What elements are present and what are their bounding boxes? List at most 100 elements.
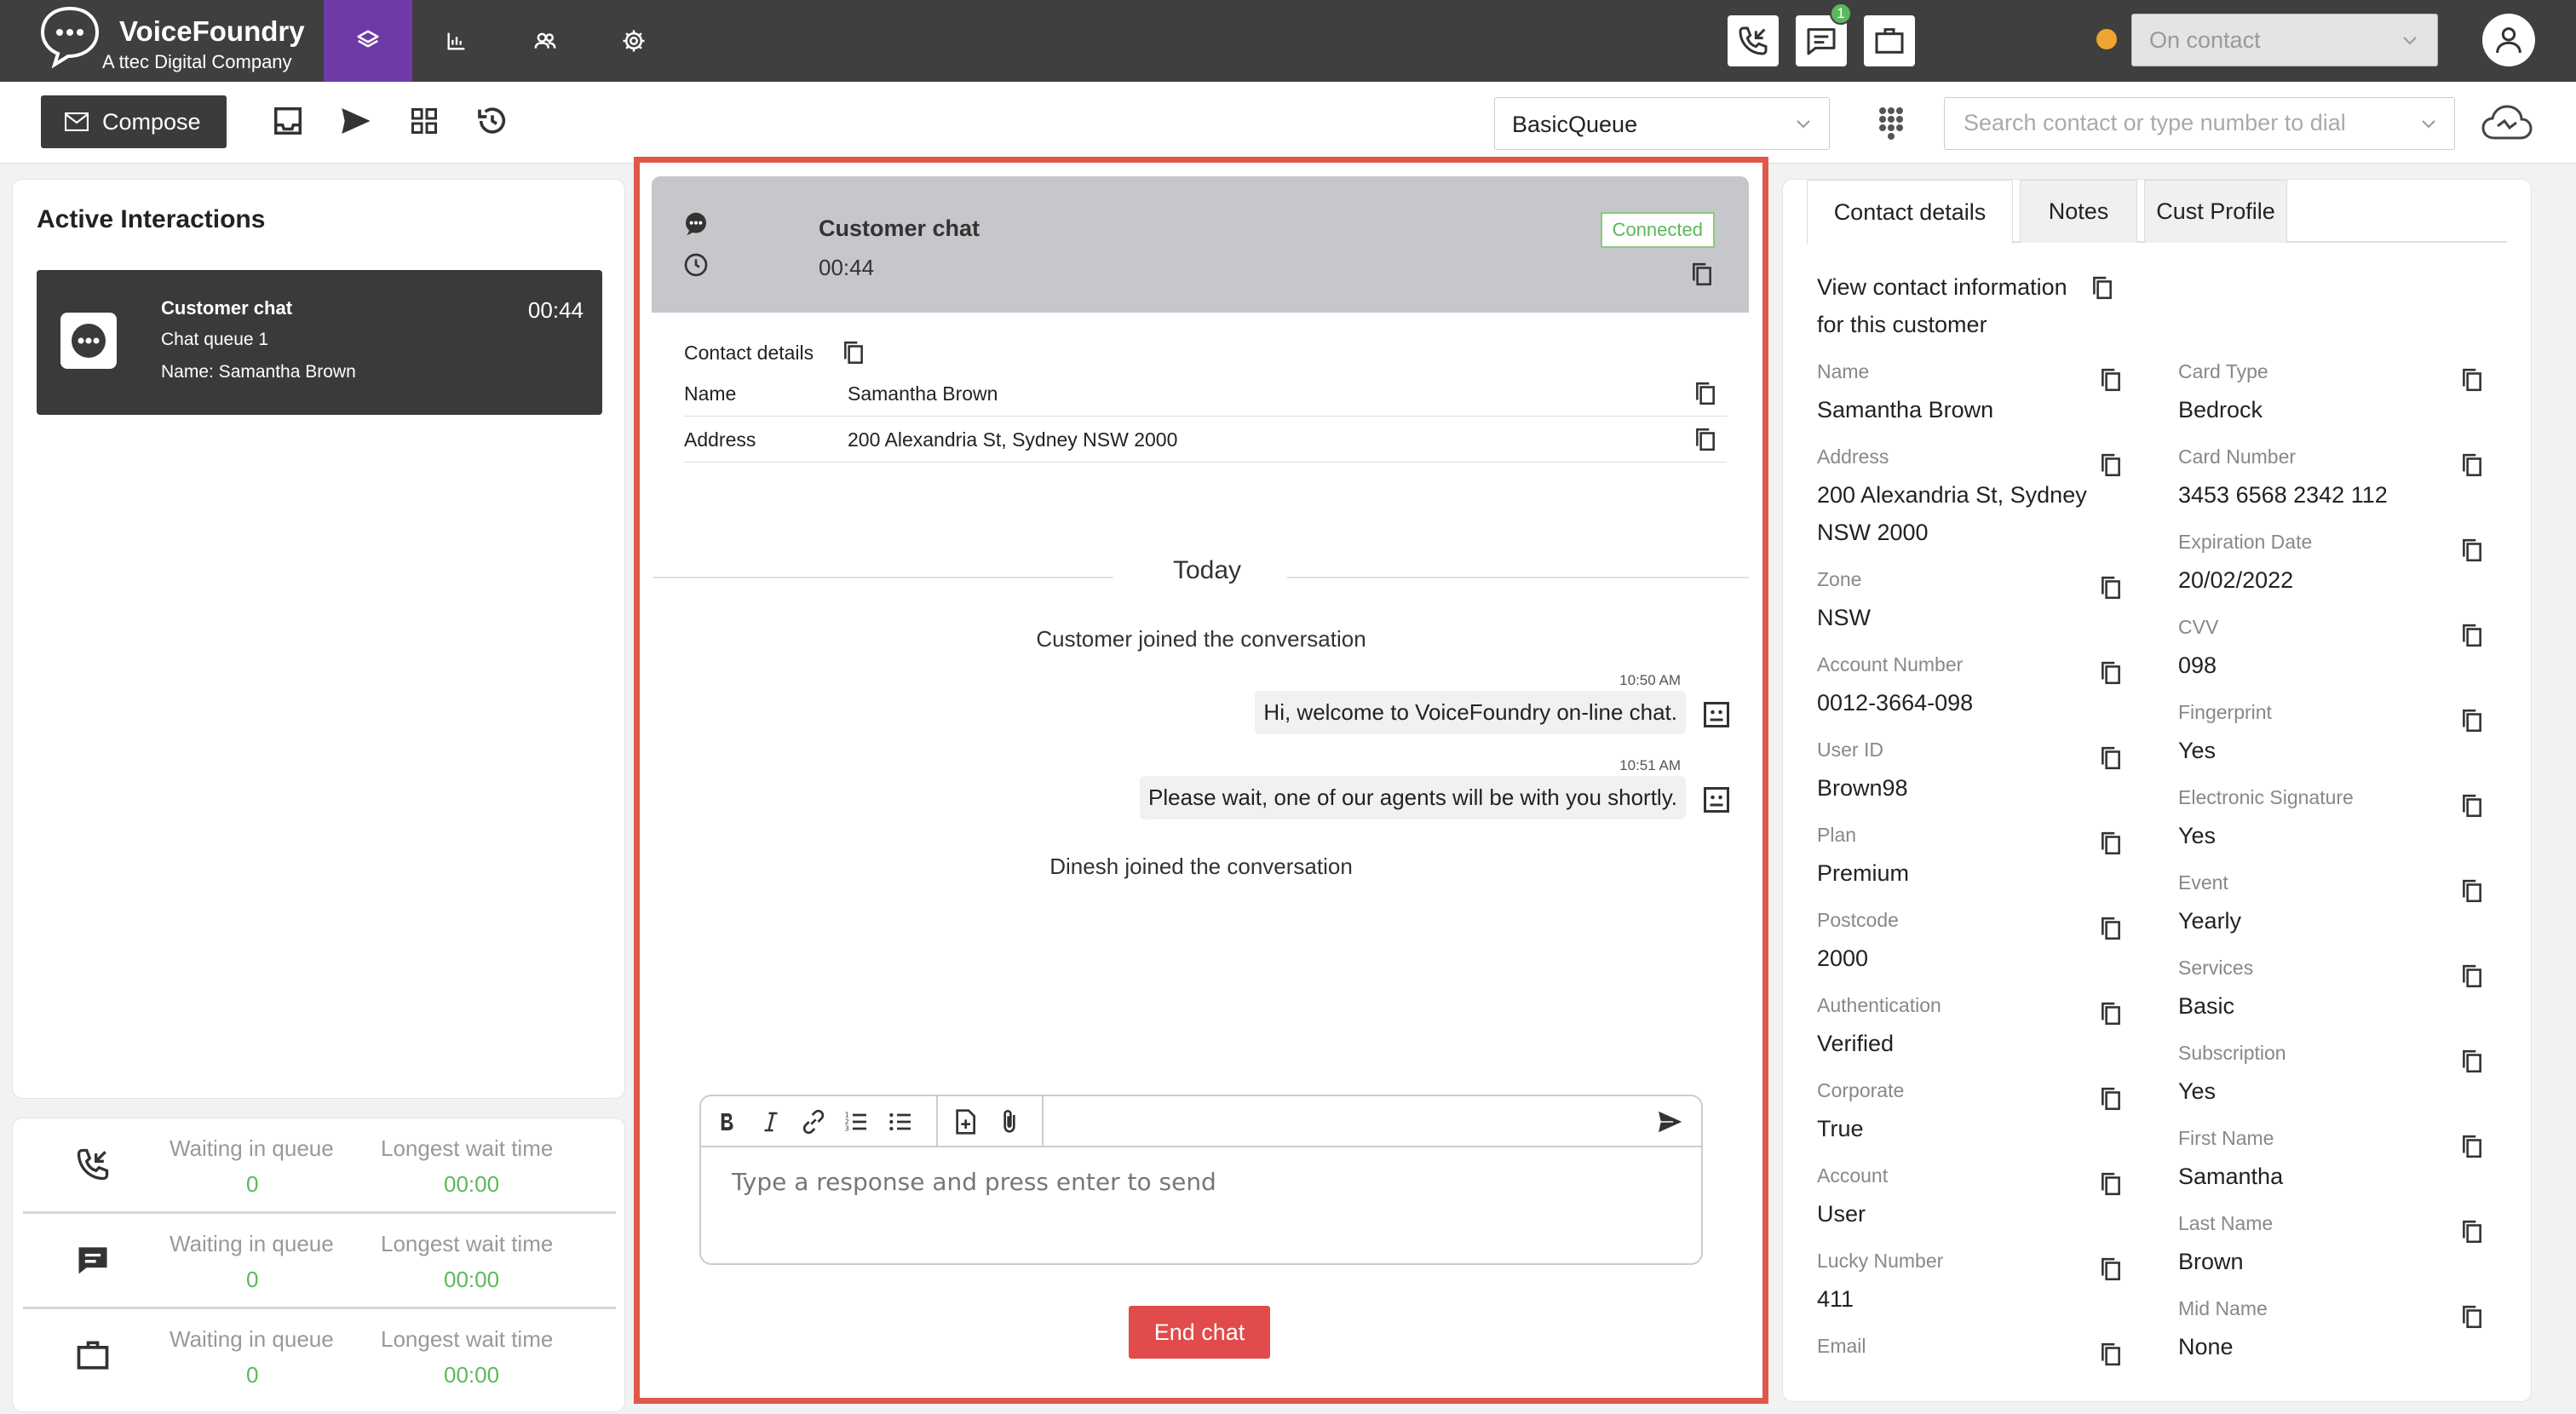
chat-bubble-icon (60, 313, 117, 369)
field-value: Brown98 (1817, 775, 1908, 801)
interaction-timer: 00:44 (527, 297, 584, 323)
send-icon (342, 108, 371, 134)
compose-button[interactable]: Compose (41, 95, 227, 148)
insert-template-button[interactable] (950, 1106, 980, 1137)
copy-icon[interactable] (2461, 708, 2483, 733)
copy-icon[interactable] (2100, 745, 2122, 771)
copy-icon[interactable] (2100, 1086, 2122, 1112)
copy-icon[interactable] (2100, 1256, 2122, 1282)
inbox-icon (274, 107, 302, 135)
active-interactions-panel: Active Interactions Customer chat Chat q… (12, 179, 625, 1099)
copy-icon[interactable] (2100, 1171, 2122, 1197)
longest-wait-value: 00:00 (444, 1362, 500, 1388)
tab-cust-profile[interactable]: Cust Profile (2144, 180, 2287, 243)
copy-icon[interactable] (2100, 831, 2122, 856)
message-timestamp: 10:51 AM (1619, 757, 1681, 773)
chevron-down-icon (2403, 37, 2417, 45)
contact-value: Samantha Brown (848, 382, 998, 405)
outbox-button[interactable] (336, 101, 377, 141)
copy-icon[interactable] (2461, 1219, 2483, 1244)
waiting-count: 0 (246, 1362, 259, 1388)
end-chat-button[interactable]: End chat (1129, 1306, 1270, 1359)
nav-tab-reports[interactable] (412, 0, 501, 82)
copy-icon[interactable] (1691, 262, 1713, 287)
copy-icon[interactable] (2461, 1134, 2483, 1159)
copy-icon[interactable] (2461, 1304, 2483, 1330)
field-value: Bedrock (2178, 397, 2263, 422)
top-bar: VoiceFoundry A ttec Digital Company 1 On… (0, 0, 2576, 82)
brand-name: VoiceFoundry (119, 15, 305, 47)
copy-icon[interactable] (2461, 878, 2483, 904)
field-value: None (2178, 1334, 2234, 1359)
interaction-card[interactable]: Customer chat Chat queue 1 Name: Samanth… (37, 270, 602, 415)
copy-icon[interactable] (2461, 793, 2483, 819)
field-value: Samantha Brown (1817, 397, 1994, 422)
link-button[interactable] (798, 1106, 829, 1137)
nav-tab-users[interactable] (501, 0, 589, 82)
contact-search-field[interactable] (1944, 97, 2455, 150)
tab-contact-details[interactable]: Contact details (1807, 180, 2013, 244)
nav-tab-workspace[interactable] (324, 0, 412, 82)
copy-icon[interactable] (2100, 1342, 2122, 1367)
agent-status-select[interactable]: On contact (2131, 14, 2438, 66)
chat-header: Customer chat 00:44 Connected (652, 176, 1749, 313)
copy-icon[interactable] (2100, 575, 2122, 601)
brand-logo[interactable]: VoiceFoundry A ttec Digital Company (37, 0, 319, 82)
bullet-list-button[interactable] (885, 1106, 916, 1137)
chat-timer: 00:44 (819, 255, 875, 280)
field-label: Email (1817, 1335, 1866, 1357)
nav-tab-settings[interactable] (589, 0, 678, 82)
field-value: 2000 (1817, 946, 1869, 971)
queue-select[interactable]: BasicQueue (1494, 97, 1830, 150)
field-value: 0012-3664-098 (1817, 690, 1974, 716)
incoming-call-button[interactable] (1728, 15, 1779, 66)
copy-icon[interactable] (2461, 537, 2483, 563)
field-label: Plan (1817, 824, 1857, 846)
copy-icon[interactable] (2461, 1049, 2483, 1074)
message-input[interactable] (703, 1149, 1699, 1262)
contact-search-input[interactable] (1945, 98, 2388, 147)
copy-icon[interactable] (1694, 427, 1716, 452)
waiting-label: Waiting in queue (170, 1326, 334, 1352)
bar-chart-icon (447, 32, 465, 50)
copy-icon[interactable] (2100, 367, 2122, 393)
bold-icon (721, 1113, 733, 1130)
copy-icon[interactable] (2100, 452, 2122, 478)
copy-icon[interactable] (2100, 916, 2122, 941)
inbox-button[interactable] (267, 101, 308, 141)
copy-icon[interactable] (2100, 660, 2122, 686)
field-label: CVV (2178, 616, 2219, 638)
grid-view-button[interactable] (404, 101, 445, 141)
users-icon (534, 32, 556, 49)
tab-notes[interactable]: Notes (2020, 180, 2137, 243)
cloud-brain-icon (2481, 105, 2533, 140)
copy-icon[interactable] (2100, 1001, 2122, 1026)
copy-icon[interactable] (2461, 623, 2483, 648)
waiting-label: Waiting in queue (170, 1231, 334, 1256)
tasks-button[interactable] (1864, 15, 1915, 66)
chat-title: Customer chat (819, 216, 980, 241)
chat-message-bubble: Hi, welcome to VoiceFoundry on-line chat… (1255, 691, 1686, 734)
copy-icon[interactable] (2091, 275, 2113, 301)
italic-button[interactable] (756, 1106, 786, 1137)
chat-message-bubble: Please wait, one of our agents will be w… (1140, 776, 1686, 819)
copy-icon[interactable] (842, 340, 865, 365)
copy-icon[interactable] (2461, 963, 2483, 989)
dialpad-button[interactable] (1867, 99, 1915, 147)
user-avatar[interactable] (2482, 14, 2535, 66)
history-button[interactable] (472, 101, 513, 141)
copy-icon[interactable] (2461, 452, 2483, 478)
cloud-sync-button[interactable] (2481, 101, 2533, 145)
field-value: Samantha (2178, 1164, 2284, 1189)
copy-icon[interactable] (1694, 381, 1716, 406)
field-label: Account Number (1817, 653, 1964, 675)
copy-icon[interactable] (2461, 367, 2483, 393)
bold-button[interactable] (711, 1106, 742, 1137)
attach-file-button[interactable] (994, 1106, 1025, 1137)
field-label: Lucky Number (1817, 1250, 1944, 1272)
field-label: Card Type (2178, 360, 2268, 382)
interaction-queue: Chat queue 1 (161, 330, 269, 349)
send-message-button[interactable] (1655, 1106, 1686, 1137)
field-label: Account (1817, 1164, 1889, 1187)
numbered-list-button[interactable]: 123 (841, 1106, 871, 1137)
